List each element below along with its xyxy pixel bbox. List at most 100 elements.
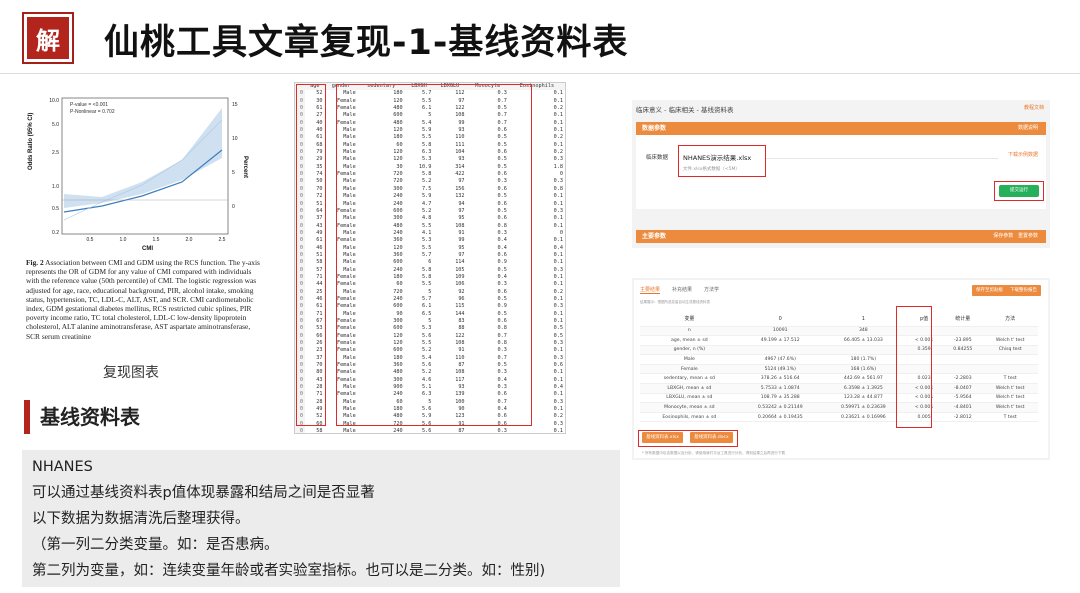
- result-cell: [943, 326, 983, 337]
- result-row: Female 5124 (49.1%) 168 (1.6%): [640, 364, 1038, 375]
- result-cell: 6.3598 ± 1.3925: [821, 383, 905, 394]
- field-label: 临床数据: [646, 155, 669, 161]
- sheet-row: 0 58 Male 240 5.6 87 0.3 0.1: [295, 428, 565, 433]
- result-row: n 10091 348: [640, 326, 1038, 337]
- run-highlight: 提交运行: [994, 181, 1044, 201]
- copy-button[interactable]: 保存至剪贴板: [972, 285, 1007, 296]
- result-row: age, mean ± sd 49.199 ± 17.512 66.405 ± 13…: [640, 335, 1038, 346]
- main-params-bar[interactable]: 主要参数 保存参数 重置参数: [636, 230, 1046, 243]
- result-cell: Male: [640, 354, 739, 365]
- result-cell: Eosinophils, mean ± sd: [640, 412, 739, 423]
- result-row: gender, n (%) 0.359 0.84255 Chisq test: [640, 345, 1038, 356]
- file-upload[interactable]: NHANES演示结果.xlsx 文件.xlsx格式数据（<5M）: [678, 145, 766, 177]
- result-cell: Welch t' test: [982, 335, 1038, 346]
- sheet-cell[interactable]: 87: [433, 428, 466, 433]
- caption-text: Association between CMI and GDM using th…: [26, 258, 260, 341]
- download-sample-link[interactable]: 下载示例数据: [1008, 151, 1038, 158]
- result-cell: 378.26 ± 516.64: [738, 373, 822, 385]
- note-line: （第一列二分类变量。如：是否患病。: [32, 537, 279, 553]
- p-value-text: P-value = <0.001: [70, 102, 108, 108]
- y-tick-label: 1.0: [52, 184, 59, 190]
- header-divider: [0, 73, 1080, 74]
- result-cell: -2.8012: [943, 412, 983, 423]
- result-header: 统计量: [943, 312, 983, 327]
- result-cell: 0.59971 ± 0.23639: [821, 402, 905, 413]
- help-link[interactable]: 教程文档: [1024, 104, 1044, 111]
- result-cell: 123.28 ± 44.877: [821, 393, 905, 404]
- save-params-link[interactable]: 保存参数: [993, 233, 1013, 239]
- result-cell: 348: [821, 326, 905, 337]
- bar-title: 数据参数: [642, 125, 667, 132]
- right-tick-label: 10: [232, 136, 238, 142]
- x-tick-label: 2.0: [186, 237, 193, 243]
- notes-box: NHANES 可以通过基线资料表p值体现暴露和结局之间是否显著 以下数据为数据清…: [22, 450, 620, 587]
- highlight-variables: [336, 84, 532, 426]
- page-title: 仙桃工具文章复现-1-基线资料表: [104, 23, 629, 63]
- file-input-line: [766, 147, 998, 159]
- download-highlight: [638, 430, 738, 447]
- y-tick-label: 0.2: [52, 230, 59, 236]
- rcs-plot: P-value = <0.001 P-Nonlinear = 0.702 Odd…: [28, 97, 248, 252]
- result-cell: gender, n (%): [640, 345, 739, 356]
- result-row: sedentary, mean ± sd 378.26 ± 516.64 442.6…: [640, 373, 1038, 385]
- sheet-cell[interactable]: 240: [358, 428, 405, 433]
- result-cell: -5.9564: [943, 393, 983, 404]
- sheet-cell[interactable]: 58: [305, 428, 325, 433]
- result-cell: [982, 364, 1038, 375]
- y-tick-label: 10.0: [49, 98, 59, 104]
- section-title: 基线资料表: [40, 405, 140, 429]
- sheet-cell[interactable]: 0: [295, 428, 305, 433]
- result-row: Eosinophils, mean ± sd 0.20664 ± 0.19435 0…: [640, 412, 1038, 423]
- result-cell: -23.895: [943, 335, 983, 346]
- result-cell: [821, 345, 905, 356]
- file-hint: 文件.xlsx格式数据（<5M）: [683, 167, 740, 172]
- footnote: * 所有数据中包含数据以及分析，请使用我们平台工具进行分析，得到结果之后再进行下…: [642, 451, 786, 455]
- ci-band: [64, 108, 222, 208]
- result-cell: -4.8401: [943, 402, 983, 413]
- axis-ticks: 10.0 5.0 2.5 1.0 0.5 0.2 0.5 1.0 1.5 2.0 2.5 15 10 5 0: [49, 98, 238, 243]
- sheet-cell[interactable]: 0.1: [509, 428, 565, 433]
- tab-supplement[interactable]: 补充结果: [672, 287, 692, 293]
- sheet-cell[interactable]: 0.3: [467, 428, 509, 433]
- result-cell: [738, 345, 822, 356]
- logo: 解: [22, 12, 74, 64]
- result-cell: [982, 326, 1038, 337]
- result-cell: Female: [640, 364, 739, 375]
- right-tick-label: 15: [232, 102, 238, 108]
- result-cell: n: [640, 326, 739, 337]
- tab-main[interactable]: 主要结果: [640, 287, 661, 294]
- bar-actions: 保存参数 重置参数: [993, 230, 1038, 243]
- result-cell: Welch t' test: [982, 393, 1038, 404]
- result-cell: sedentary, mean ± sd: [640, 373, 739, 385]
- data-params-bar[interactable]: 数据参数 数据说明: [636, 122, 1046, 135]
- run-button[interactable]: 提交运行: [999, 185, 1039, 197]
- sheet-cell[interactable]: 5.6: [405, 428, 434, 433]
- result-cell: [943, 364, 983, 375]
- result-row: Male 4967 (47.6%) 180 (1.7%): [640, 354, 1038, 365]
- y-tick-label: 5.0: [52, 122, 59, 128]
- y-tick-label: 0.5: [52, 206, 59, 212]
- result-cell: 0.23621 ± 0.16996: [821, 412, 905, 423]
- result-cell: 168 (1.6%): [821, 364, 905, 375]
- p-nonlinear-text: P-Nonlinear = 0.702: [70, 109, 115, 115]
- sheet-cell[interactable]: Male: [325, 428, 358, 433]
- x-tick-label: 0.5: [87, 237, 94, 243]
- bar-action[interactable]: 数据说明: [1018, 122, 1038, 135]
- download-report-button[interactable]: 下载整份报告: [1006, 285, 1041, 296]
- result-cell: T test: [982, 373, 1038, 385]
- highlight-p-column: [896, 306, 932, 428]
- tab-method[interactable]: 方法学: [704, 287, 719, 293]
- results-panel: 主要结果 补充结果 方法学 保存至剪贴板 下载整份报告 结果展示：根据所选变量自动生…: [634, 280, 1048, 458]
- result-cell: Welch t' test: [982, 402, 1038, 413]
- note-line: 第二列为变量，如：连续变量年龄或者实验室指标。也可以是二分类。如：性别): [32, 563, 546, 579]
- note-line: 以下数据为数据清洗后整理获得。: [32, 511, 250, 527]
- result-cell: LBXGH, mean ± sd: [640, 383, 739, 394]
- x-tick-label: 1.0: [120, 237, 127, 243]
- result-cell: 4967 (47.6%): [738, 354, 822, 365]
- result-note: 结果展示：根据所选变量自动生成基线资料表: [640, 300, 710, 304]
- reset-params-link[interactable]: 重置参数: [1018, 233, 1038, 239]
- app-input-panel: 临床意义 - 临床相关 - 基线资料表 教程文档 数据参数 数据说明 临床数据 N…: [632, 100, 1050, 248]
- result-row: Monocyte, mean ± sd 0.53242 ± 0.21149 0.59…: [640, 402, 1038, 413]
- ylabel-left: Odds Ratio (95% CI): [28, 113, 34, 170]
- result-cell: 66.405 ± 13.033: [821, 335, 905, 346]
